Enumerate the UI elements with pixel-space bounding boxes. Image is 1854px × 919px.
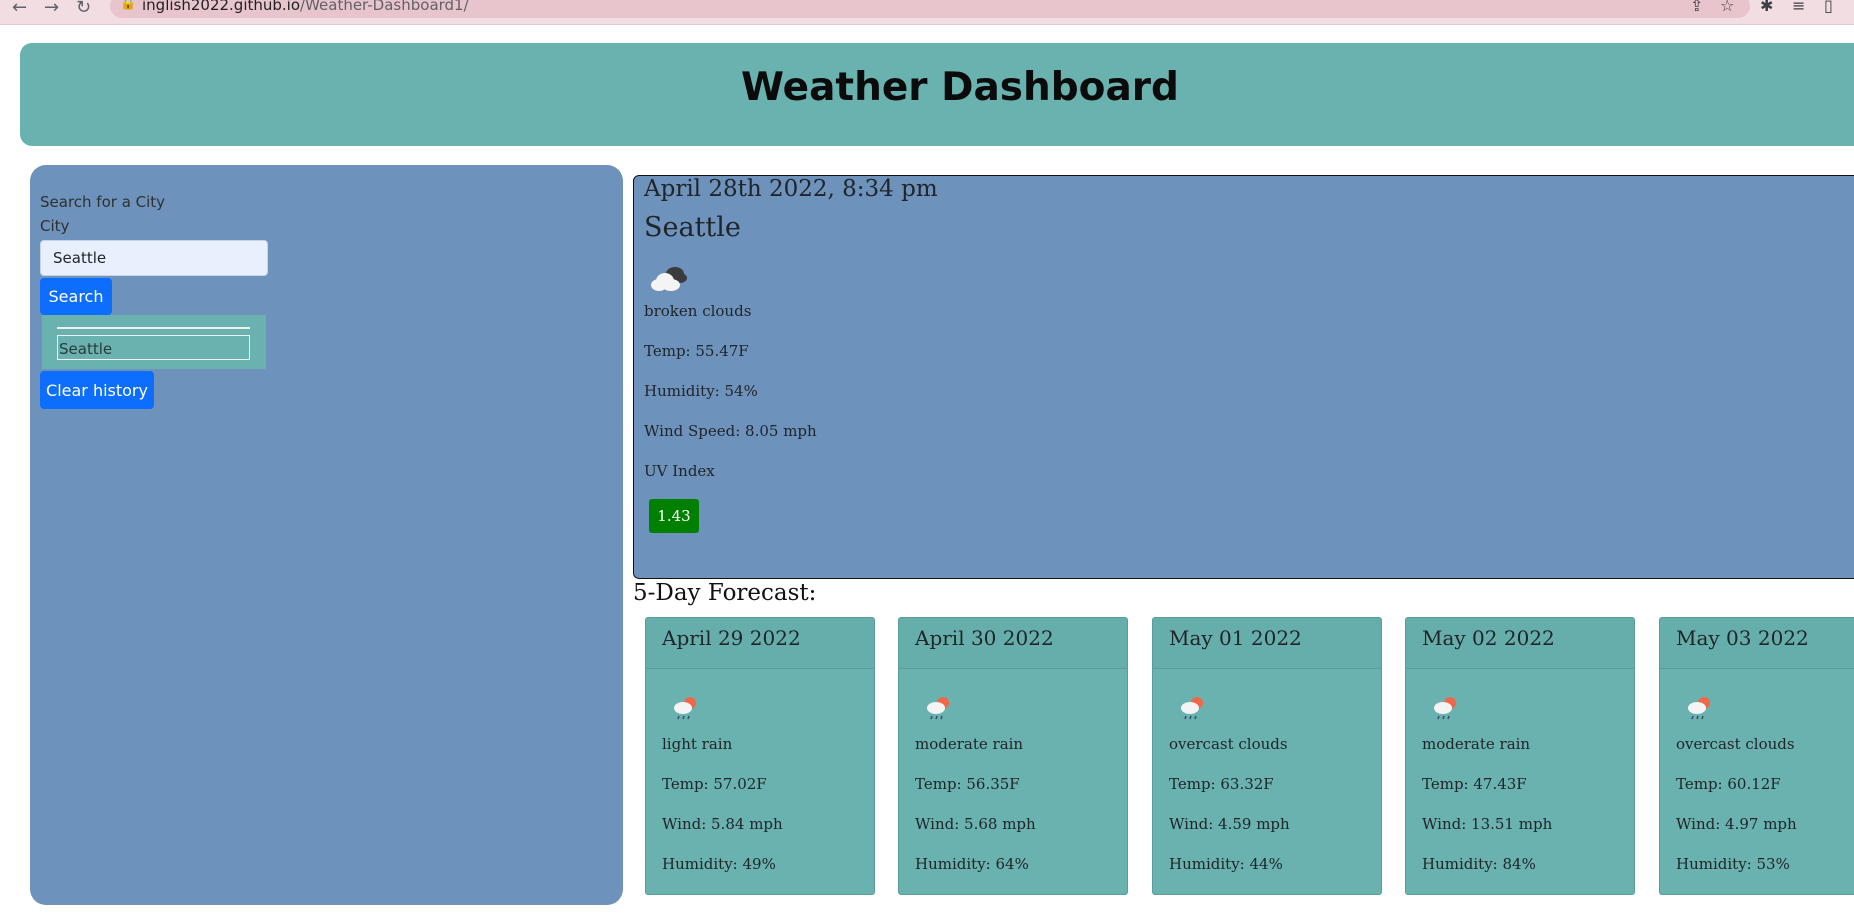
forecast-temp: Temp: 47.43F bbox=[1422, 775, 1527, 793]
forecast-wind: Wind: 5.68 mph bbox=[915, 815, 1036, 833]
reading-list-icon[interactable]: ≡ bbox=[1792, 0, 1805, 15]
uv-index-badge: 1.43 bbox=[649, 499, 699, 533]
forecast-title: 5-Day Forecast: bbox=[633, 580, 817, 606]
forecast-date: May 01 2022 bbox=[1169, 626, 1302, 650]
forecast-card-header: May 02 2022 bbox=[1406, 618, 1634, 669]
search-sidebar: Search for a City City Search Seattle Cl… bbox=[30, 165, 623, 905]
forecast-temp: Temp: 56.35F bbox=[915, 775, 1020, 793]
city-label: City bbox=[40, 217, 70, 235]
rain-icon bbox=[927, 697, 949, 720]
forecast-date: May 02 2022 bbox=[1422, 626, 1555, 650]
history-divider bbox=[57, 327, 250, 329]
forecast-card-header: April 30 2022 bbox=[899, 618, 1127, 669]
forecast-humidity: Humidity: 44% bbox=[1169, 855, 1283, 873]
forecast-card: April 30 2022 moderate rain Temp: 56.35F… bbox=[898, 617, 1128, 895]
city-search-input[interactable] bbox=[40, 240, 268, 276]
forecast-temp: Temp: 60.12F bbox=[1676, 775, 1781, 793]
forecast-card: May 02 2022 moderate rain Temp: 47.43F W… bbox=[1405, 617, 1635, 895]
forecast-card: May 01 2022 overcast clouds Temp: 63.32F… bbox=[1152, 617, 1382, 895]
bookmark-star-icon[interactable]: ☆ bbox=[1720, 0, 1734, 15]
forecast-humidity: Humidity: 64% bbox=[915, 855, 1029, 873]
clear-history-button[interactable]: Clear history bbox=[40, 371, 154, 409]
broken-clouds-icon bbox=[651, 267, 687, 291]
current-description: broken clouds bbox=[644, 302, 752, 320]
forecast-card-header: April 29 2022 bbox=[646, 618, 874, 669]
rain-icon bbox=[1181, 697, 1203, 720]
address-text[interactable]: inglish2022.github.io/Weather-Dashboard1… bbox=[142, 0, 469, 14]
rain-icon bbox=[674, 697, 696, 720]
forecast-description: moderate rain bbox=[1422, 735, 1531, 753]
search-history: Seattle bbox=[42, 315, 266, 369]
browser-toolbar: ← → ↻ 🔒 inglish2022.github.io/Weather-Da… bbox=[0, 0, 1854, 25]
lock-icon[interactable]: 🔒 bbox=[120, 0, 136, 11]
forecast-card: April 29 2022 light rain Temp: 57.02F Wi… bbox=[645, 617, 875, 895]
forecast-card: May 03 2022 overcast clouds Temp: 60.12F… bbox=[1659, 617, 1854, 895]
forecast-humidity: Humidity: 49% bbox=[662, 855, 776, 873]
forecast-wind: Wind: 5.84 mph bbox=[662, 815, 783, 833]
forecast-date: April 30 2022 bbox=[915, 626, 1054, 650]
extensions-icon[interactable]: ✱ bbox=[1760, 0, 1773, 15]
forecast-card-header: May 01 2022 bbox=[1153, 618, 1381, 669]
history-item-seattle[interactable]: Seattle bbox=[57, 335, 250, 360]
reload-icon[interactable]: ↻ bbox=[76, 0, 91, 18]
forecast-humidity: Humidity: 84% bbox=[1422, 855, 1536, 873]
forecast-description: moderate rain bbox=[915, 735, 1024, 753]
forecast-description: light rain bbox=[662, 735, 733, 753]
current-weather-card: April 28th 2022, 8:34 pm Seattle broken … bbox=[633, 175, 1854, 579]
uv-index-label: UV Index bbox=[644, 462, 715, 480]
side-panel-icon[interactable]: ▯ bbox=[1824, 0, 1833, 15]
forecast-description: overcast clouds bbox=[1676, 735, 1795, 753]
back-icon[interactable]: ← bbox=[12, 0, 27, 18]
forecast-wind: Wind: 4.97 mph bbox=[1676, 815, 1797, 833]
page-title: Weather Dashboard bbox=[741, 65, 1179, 110]
current-city: Seattle bbox=[644, 212, 741, 243]
forecast-temp: Temp: 63.32F bbox=[1169, 775, 1274, 793]
search-button[interactable]: Search bbox=[40, 278, 112, 315]
forecast-temp: Temp: 57.02F bbox=[662, 775, 767, 793]
forecast-date: April 29 2022 bbox=[662, 626, 801, 650]
share-icon[interactable]: ⇪ bbox=[1690, 0, 1703, 15]
search-heading: Search for a City bbox=[40, 193, 166, 211]
forecast-date: May 03 2022 bbox=[1676, 626, 1809, 650]
current-temp: Temp: 55.47F bbox=[644, 342, 749, 360]
forecast-card-header: May 03 2022 bbox=[1660, 618, 1854, 669]
rain-icon bbox=[1434, 697, 1456, 720]
forward-icon[interactable]: → bbox=[44, 0, 59, 18]
current-humidity: Humidity: 54% bbox=[644, 382, 758, 400]
forecast-humidity: Humidity: 53% bbox=[1676, 855, 1790, 873]
current-wind: Wind Speed: 8.05 mph bbox=[644, 422, 817, 440]
current-date: April 28th 2022, 8:34 pm bbox=[644, 176, 938, 202]
forecast-description: overcast clouds bbox=[1169, 735, 1288, 753]
rain-icon bbox=[1688, 697, 1710, 720]
forecast-wind: Wind: 13.51 mph bbox=[1422, 815, 1553, 833]
forecast-wind: Wind: 4.59 mph bbox=[1169, 815, 1290, 833]
page-header: Weather Dashboard bbox=[20, 43, 1854, 146]
